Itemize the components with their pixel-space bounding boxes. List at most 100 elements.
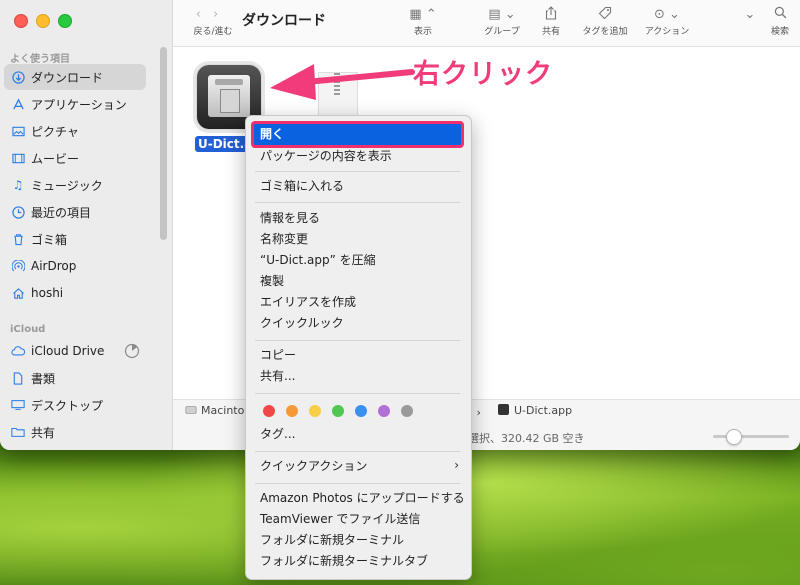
sidebar-item-applications[interactable]: アプリケーション <box>4 91 146 117</box>
menu-item-quick-look[interactable]: クイックルック <box>260 314 344 333</box>
sidebar: よく使う項目 ダウンロード アプリケーション ピクチャ ムービー ♫ ミュージッ… <box>0 0 173 450</box>
icon-size-slider[interactable] <box>713 435 789 438</box>
sidebar-item-home[interactable]: hoshi <box>4 280 146 306</box>
ellipsis-circle-icon: ⊙ ⌄ <box>654 7 680 22</box>
tag-color-green[interactable] <box>332 405 344 417</box>
sidebar-item-label: 最近の項目 <box>31 205 92 220</box>
home-icon <box>11 286 25 300</box>
sidebar-item-music[interactable]: ♫ ミュージック <box>4 172 146 198</box>
tag-color-blue[interactable] <box>355 405 367 417</box>
cloud-icon <box>11 344 25 358</box>
sidebar-item-label: iCloud Drive <box>31 344 105 358</box>
sync-progress-icon <box>124 343 140 362</box>
path-app-icon <box>498 404 509 415</box>
sidebar-item-label: ムービー <box>31 151 80 166</box>
menu-separator <box>255 171 460 172</box>
menu-item-make-alias[interactable]: エイリアスを作成 <box>260 293 356 312</box>
tag-color-yellow[interactable] <box>309 405 321 417</box>
sidebar-item-desktop[interactable]: デスクトップ <box>4 392 146 418</box>
sidebar-scrollbar[interactable] <box>160 47 167 240</box>
path-segment-disk[interactable]: Macintos <box>201 404 250 417</box>
menu-item-quick-actions[interactable]: クイックアクション <box>260 457 456 476</box>
chevron-down-icon: ⌄ <box>744 7 756 22</box>
menu-item-rename[interactable]: 名称変更 <box>260 230 308 249</box>
view-label: 表示 <box>413 27 432 37</box>
movie-icon <box>11 151 25 165</box>
sidebar-item-label: 共有 <box>31 425 56 440</box>
view-button[interactable]: ▦ ⌃ 表示 <box>401 6 445 37</box>
menu-item-quick-actions-label: クイックアクション <box>260 459 368 473</box>
search-label: 検索 <box>770 27 789 37</box>
sidebar-item-downloads[interactable]: ダウンロード <box>4 64 146 90</box>
window-controls <box>14 14 72 28</box>
menu-item-new-terminal[interactable]: フォルダに新規ターミナル <box>260 531 404 550</box>
tag-color-orange[interactable] <box>286 405 298 417</box>
search-button[interactable]: 検索 <box>767 6 793 37</box>
add-tag-button[interactable]: タグを追加 <box>577 6 633 37</box>
sidebar-item-recents[interactable]: 最近の項目 <box>4 199 146 225</box>
add-tag-label: タグを追加 <box>582 27 628 37</box>
group-button[interactable]: ▤ ⌄ グループ <box>477 6 527 37</box>
menu-item-copy[interactable]: コピー <box>260 346 296 365</box>
sidebar-item-label: ピクチャ <box>31 124 79 139</box>
callout-text: 右クリック <box>413 59 553 90</box>
share-label: 共有 <box>541 27 560 37</box>
menu-separator <box>255 483 460 484</box>
menu-item-duplicate[interactable]: 複製 <box>260 272 284 291</box>
minimize-button[interactable] <box>36 14 50 28</box>
share-button[interactable]: 共有 <box>537 6 565 37</box>
menu-separator <box>255 202 460 203</box>
sidebar-item-icloud-drive[interactable]: iCloud Drive <box>4 338 146 364</box>
menu-item-share[interactable]: 共有... <box>260 367 295 386</box>
picture-icon <box>11 124 25 138</box>
grid-view-icon: ▦ ⌃ <box>409 7 437 22</box>
tag-color-gray[interactable] <box>401 405 413 417</box>
tag-color-purple[interactable] <box>378 405 390 417</box>
menu-separator <box>255 451 460 452</box>
sidebar-section-favorites: よく使う項目 <box>10 54 70 65</box>
clock-icon <box>11 205 25 219</box>
sidebar-item-label: 書類 <box>31 371 56 386</box>
sidebar-item-trash[interactable]: ゴミ箱 <box>4 226 146 252</box>
sidebar-item-movies[interactable]: ムービー <box>4 145 146 171</box>
back-icon[interactable]: ‹ <box>196 7 213 22</box>
sidebar-item-label: hoshi <box>31 286 64 300</box>
close-button[interactable] <box>14 14 28 28</box>
menu-item-show-package[interactable]: パッケージの内容を表示 <box>260 147 392 166</box>
sidebar-item-documents[interactable]: 書類 <box>4 365 146 391</box>
menu-item-tags[interactable]: タグ... <box>260 425 295 444</box>
tag-color-red[interactable] <box>263 405 275 417</box>
sidebar-item-label: アプリケーション <box>31 97 127 112</box>
overflow-button[interactable]: ⌄ <box>743 6 757 24</box>
music-icon: ♫ <box>12 178 24 192</box>
menu-item-compress[interactable]: “U-Dict.app” を圧縮 <box>260 251 376 270</box>
icon-size-slider-knob[interactable] <box>726 429 742 445</box>
forward-icon[interactable]: › <box>213 7 230 22</box>
menu-item-get-info[interactable]: 情報を見る <box>260 209 320 228</box>
menu-item-amazon-photos[interactable]: Amazon Photos にアップロードする <box>260 489 465 508</box>
menu-item-teamviewer[interactable]: TeamViewer でファイル送信 <box>260 510 420 529</box>
path-segment-app[interactable]: U-Dict.app <box>514 404 572 417</box>
path-separator-icon: › <box>476 406 481 419</box>
document-icon <box>11 371 25 385</box>
menu-item-move-to-trash[interactable]: ゴミ箱に入れる <box>260 177 344 196</box>
shared-folder-icon <box>11 425 25 439</box>
dictionary-icon <box>208 75 250 117</box>
sidebar-item-label: ミュージック <box>31 178 103 193</box>
sidebar-item-shared[interactable]: 共有 <box>4 419 146 445</box>
sidebar-item-label: デスクトップ <box>31 398 104 413</box>
submenu-chevron-icon: › <box>454 458 459 472</box>
action-label: アクション <box>644 27 690 37</box>
sidebar-item-airdrop[interactable]: AirDrop <box>4 253 146 279</box>
share-icon <box>537 6 565 24</box>
action-button[interactable]: ⊙ ⌄ アクション <box>641 6 693 37</box>
sidebar-item-pictures[interactable]: ピクチャ <box>4 118 146 144</box>
status-text: 選択、320.42 GB 空き <box>468 432 585 445</box>
group-label: グループ <box>484 27 520 37</box>
zoom-button[interactable] <box>58 14 72 28</box>
menu-item-open-label: 開く <box>260 127 285 141</box>
menu-item-new-terminal-tab[interactable]: フォルダに新規ターミナルタブ <box>260 552 428 571</box>
menu-separator <box>255 340 460 341</box>
apps-icon <box>11 97 25 111</box>
sidebar-item-label: ゴミ箱 <box>31 232 68 247</box>
